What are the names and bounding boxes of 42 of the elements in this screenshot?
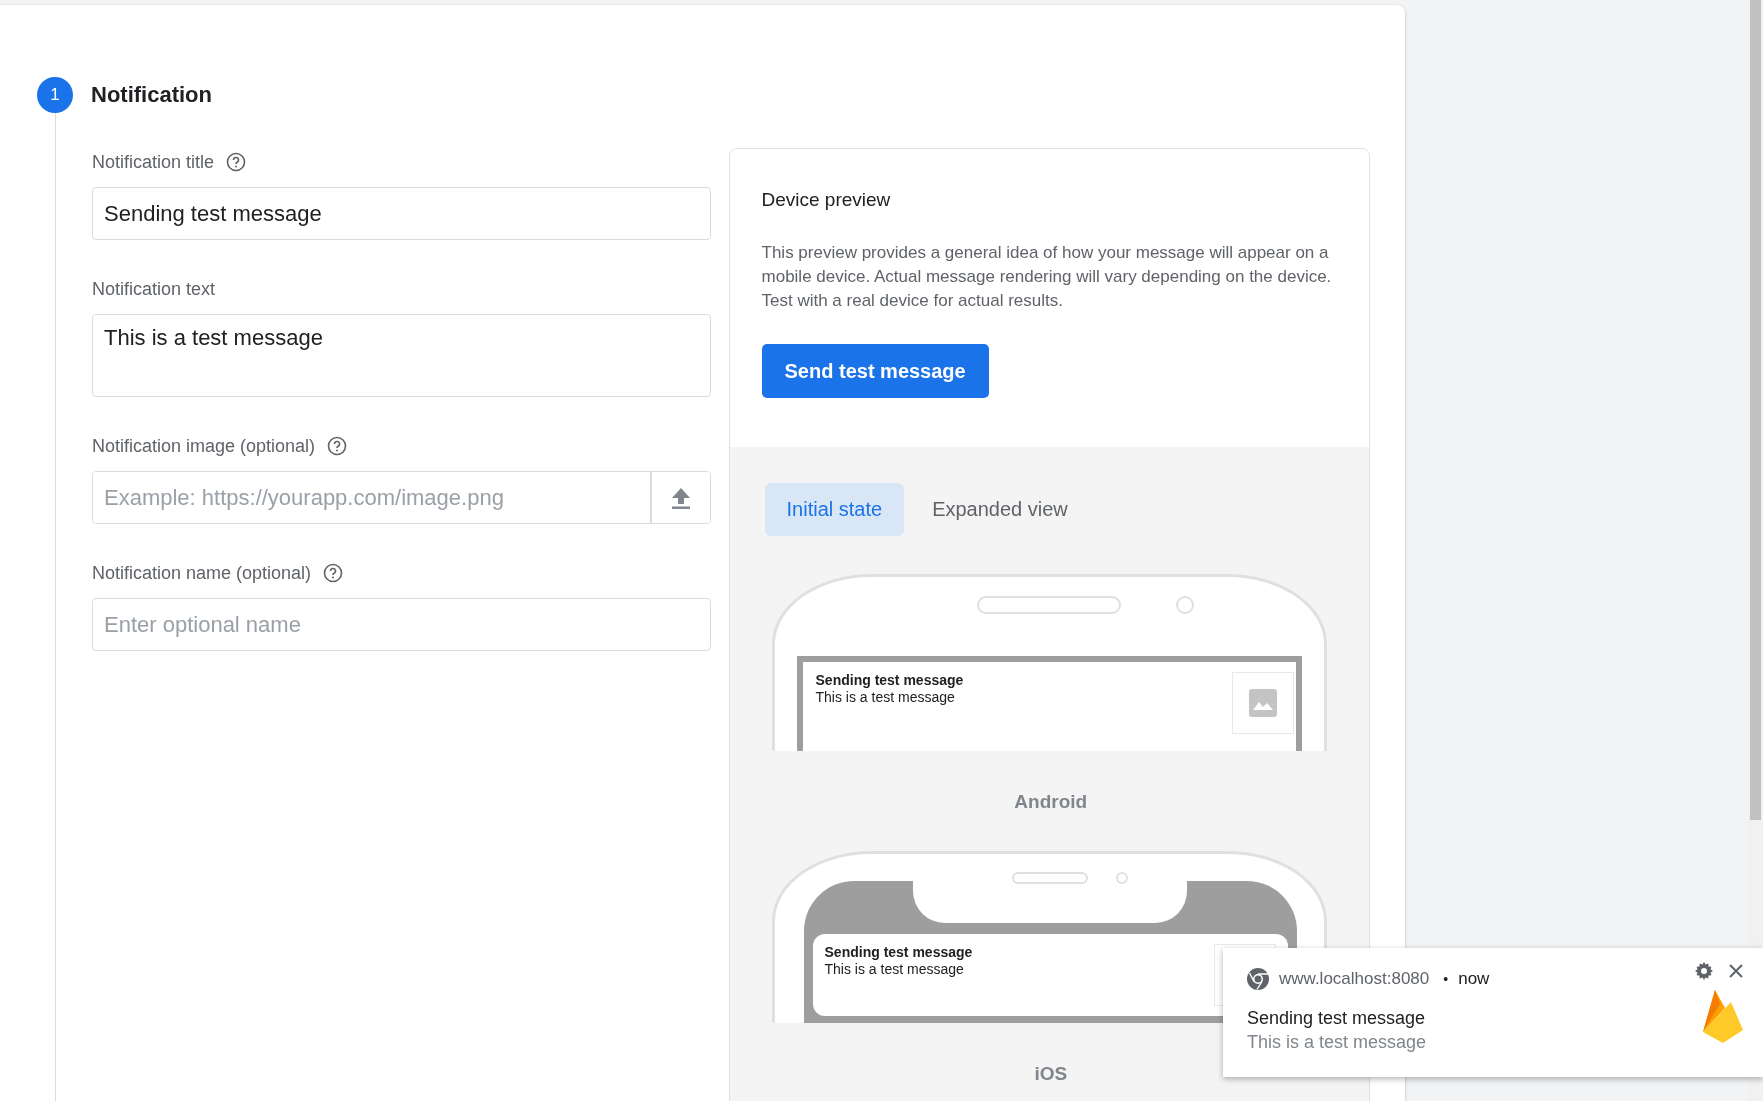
upload-button[interactable] (649, 472, 710, 523)
notification-time: now (1458, 969, 1490, 989)
separator-dot: • (1443, 971, 1449, 987)
help-icon[interactable] (323, 563, 344, 583)
notification-title: Sending test message (824, 944, 973, 961)
field-label: Notification title (92, 151, 215, 173)
panel-title: Device preview (761, 189, 892, 211)
preview-tab[interactable]: Expanded view (910, 483, 1090, 536)
notification-title: Sending test message (815, 672, 964, 689)
panel-description: This preview provides a general idea of how your message will appear on a mobile device. Actual message rendering will vary depending on the device. Test with a real device for actual results. (761, 242, 1333, 312)
help-icon[interactable] (226, 152, 247, 172)
step-title: Notification (91, 82, 212, 108)
field-label: Notification name (optional) (92, 562, 312, 584)
preview-tab[interactable]: Initial state (764, 483, 905, 536)
close-button[interactable] (1729, 964, 1743, 978)
browser-notification[interactable]: www.localhost:8080 • now Sending test message This is a test message (1223, 948, 1763, 1077)
browser-icon (1247, 968, 1269, 990)
help-icon[interactable] (327, 436, 348, 456)
text-field[interactable]: Sending test message (92, 187, 711, 240)
image-icon (1248, 689, 1277, 717)
notification-origin: www.localhost:8080 (1279, 969, 1430, 989)
flame-logo-icon (1703, 990, 1743, 1043)
field-label: Notification image (optional) (92, 435, 316, 457)
send-test-button[interactable]: Send test message (761, 344, 989, 398)
speaker-icon (1012, 872, 1088, 884)
camera-icon (1116, 872, 1128, 884)
notification-text: This is a test message (824, 961, 965, 978)
speaker-icon (977, 596, 1121, 614)
url-field[interactable]: Example: https://yourapp.com/image.png (92, 471, 711, 524)
camera-icon (1176, 596, 1194, 614)
step-number: 1 (37, 77, 73, 113)
device-label: Android (1013, 791, 1089, 813)
text-field[interactable]: Enter optional name (92, 598, 711, 651)
device-label: iOS (1033, 1063, 1069, 1085)
close-icon (1729, 964, 1743, 978)
field-label: Notification text (92, 278, 216, 300)
notification-text: This is a test message (1247, 1032, 1428, 1053)
settings-icon (1695, 962, 1713, 980)
text-area[interactable]: This is a test message (92, 314, 711, 397)
notification-title: Sending test message (1247, 1008, 1427, 1029)
notification-text: This is a test message (815, 689, 956, 706)
settings-button[interactable] (1695, 962, 1713, 980)
